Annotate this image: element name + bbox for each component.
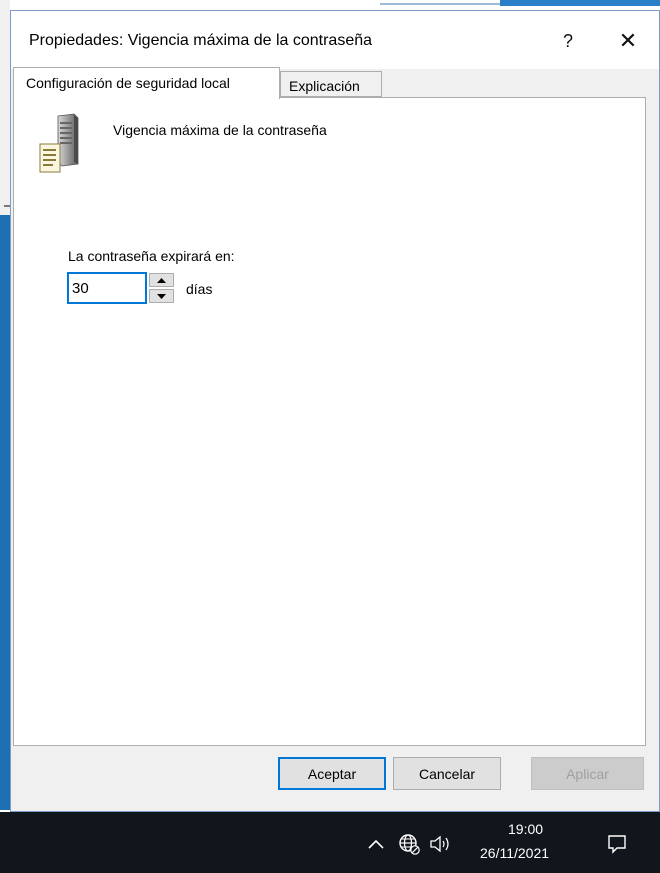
dialog-titlebar[interactable]: Propiedades: Vigencia máxima de la contr… [11,11,659,69]
days-spinner [149,273,176,304]
help-icon: ? [562,30,573,51]
spin-down-button[interactable] [149,289,174,303]
clock-time[interactable]: 19:00 [508,821,543,837]
globe-network-icon [399,834,420,855]
background-window-edge [380,3,500,5]
action-center-button[interactable] [606,832,628,856]
arrow-up-icon [157,277,166,283]
dialog-title: Propiedades: Vigencia máxima de la contr… [29,32,373,49]
desktop-wallpaper [0,215,10,810]
help-button[interactable]: ? [546,23,590,59]
close-icon: ✕ [618,28,638,53]
days-input[interactable] [67,272,147,304]
close-button[interactable]: ✕ [606,23,650,59]
policy-name: Vigencia máxima de la contraseña [113,122,327,138]
volume-button[interactable] [428,832,454,856]
days-unit-label: días [186,281,213,297]
speaker-volume-icon [430,835,449,853]
network-button[interactable] [397,832,421,856]
server-policy-icon [39,113,79,173]
tab-panel [13,97,646,746]
chevron-up-icon [368,839,384,849]
tab-configuracion-seguridad-local[interactable]: Configuración de seguridad local [13,67,280,99]
ok-button[interactable]: Aceptar [278,757,386,790]
notification-icon [608,835,626,854]
spin-up-button[interactable] [149,273,174,287]
tab-explicacion[interactable]: Explicación [280,71,382,97]
apply-button[interactable]: Aplicar [531,757,644,790]
show-hidden-icons-button[interactable] [366,834,386,854]
clock-date[interactable]: 26/11/2021 [480,845,549,861]
taskbar: 19:00 26/11/2021 [0,812,660,873]
cancel-button[interactable]: Cancelar [393,757,501,790]
arrow-down-icon [157,293,166,299]
background-window-accent [500,0,660,6]
desktop-window-edge [0,0,10,215]
expire-label: La contraseña expirará en: [68,248,235,264]
desktop-background [0,0,10,873]
